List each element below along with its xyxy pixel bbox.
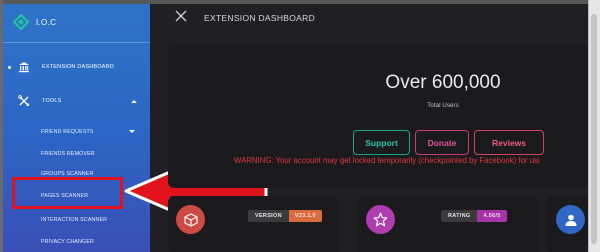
close-icon[interactable]	[175, 10, 187, 22]
stats-panel: Over 600,000 Total Users Support Donate …	[168, 44, 588, 188]
sidebar-item-tools[interactable]: TOOLS	[3, 94, 150, 108]
version-badge: VERSION V23.1.0	[248, 210, 322, 222]
brand[interactable]: I.O.C	[13, 12, 56, 32]
rating-card: RATING 4.56/5	[357, 196, 539, 252]
sidebar-divider	[3, 42, 150, 43]
users-card	[546, 196, 588, 252]
active-dot	[8, 65, 11, 69]
user-icon	[556, 205, 585, 234]
chevron-down-icon	[129, 130, 135, 133]
version-value: V23.1.0	[288, 210, 322, 222]
version-label: VERSION	[248, 210, 289, 222]
page-title: EXTENSION DASHBOARD	[204, 13, 316, 23]
sidebar-subitem-interaction-scanner[interactable]: INTERACTION SCANNER	[41, 217, 107, 223]
logo-icon	[13, 14, 29, 30]
sidebar-subitem-friend-requests[interactable]: FRIEND REQUESTS	[41, 129, 94, 135]
sidebar-item-label: EXTENSION DASHBOARD	[42, 64, 114, 70]
sidebar-subitem-privacy-changer[interactable]: PRIVACY CHANGER	[41, 239, 94, 245]
sidebar-item-label: TOOLS	[42, 98, 62, 104]
sidebar-subitem-friends-remover[interactable]: FRIENDS REMOVER	[41, 151, 95, 157]
total-users-label: Total Users	[427, 102, 459, 109]
sidebar-item-extension-dashboard[interactable]: EXTENSION DASHBOARD	[3, 60, 150, 74]
rating-value: 4.56/5	[477, 210, 507, 222]
bank-icon	[19, 62, 29, 73]
reviews-button[interactable]: Reviews	[474, 130, 544, 155]
chevron-up-icon	[131, 99, 137, 103]
top-bar: EXTENSION DASHBOARD	[150, 4, 588, 32]
support-button[interactable]: Support	[353, 130, 410, 155]
scrollbar-thumb[interactable]	[591, 14, 597, 244]
version-card: VERSION V23.1.0	[168, 196, 339, 252]
rating-badge: RATING 4.56/5	[441, 210, 507, 222]
scrollbar-track[interactable]	[588, 0, 600, 252]
box-icon	[176, 205, 205, 234]
warning-text: WARNING: Your account may get locked tem…	[234, 156, 540, 165]
star-icon	[366, 205, 395, 234]
brand-name: I.O.C	[36, 17, 57, 27]
rating-label: RATING	[441, 210, 478, 222]
sidebar: I.O.C EXTENSION DASHBOARD TOOLS FRIEND R…	[3, 4, 150, 252]
donate-button[interactable]: Donate	[415, 130, 469, 155]
highlight-box	[12, 177, 123, 209]
tools-icon	[18, 95, 29, 106]
total-users-value: Over 600,000	[385, 72, 501, 93]
